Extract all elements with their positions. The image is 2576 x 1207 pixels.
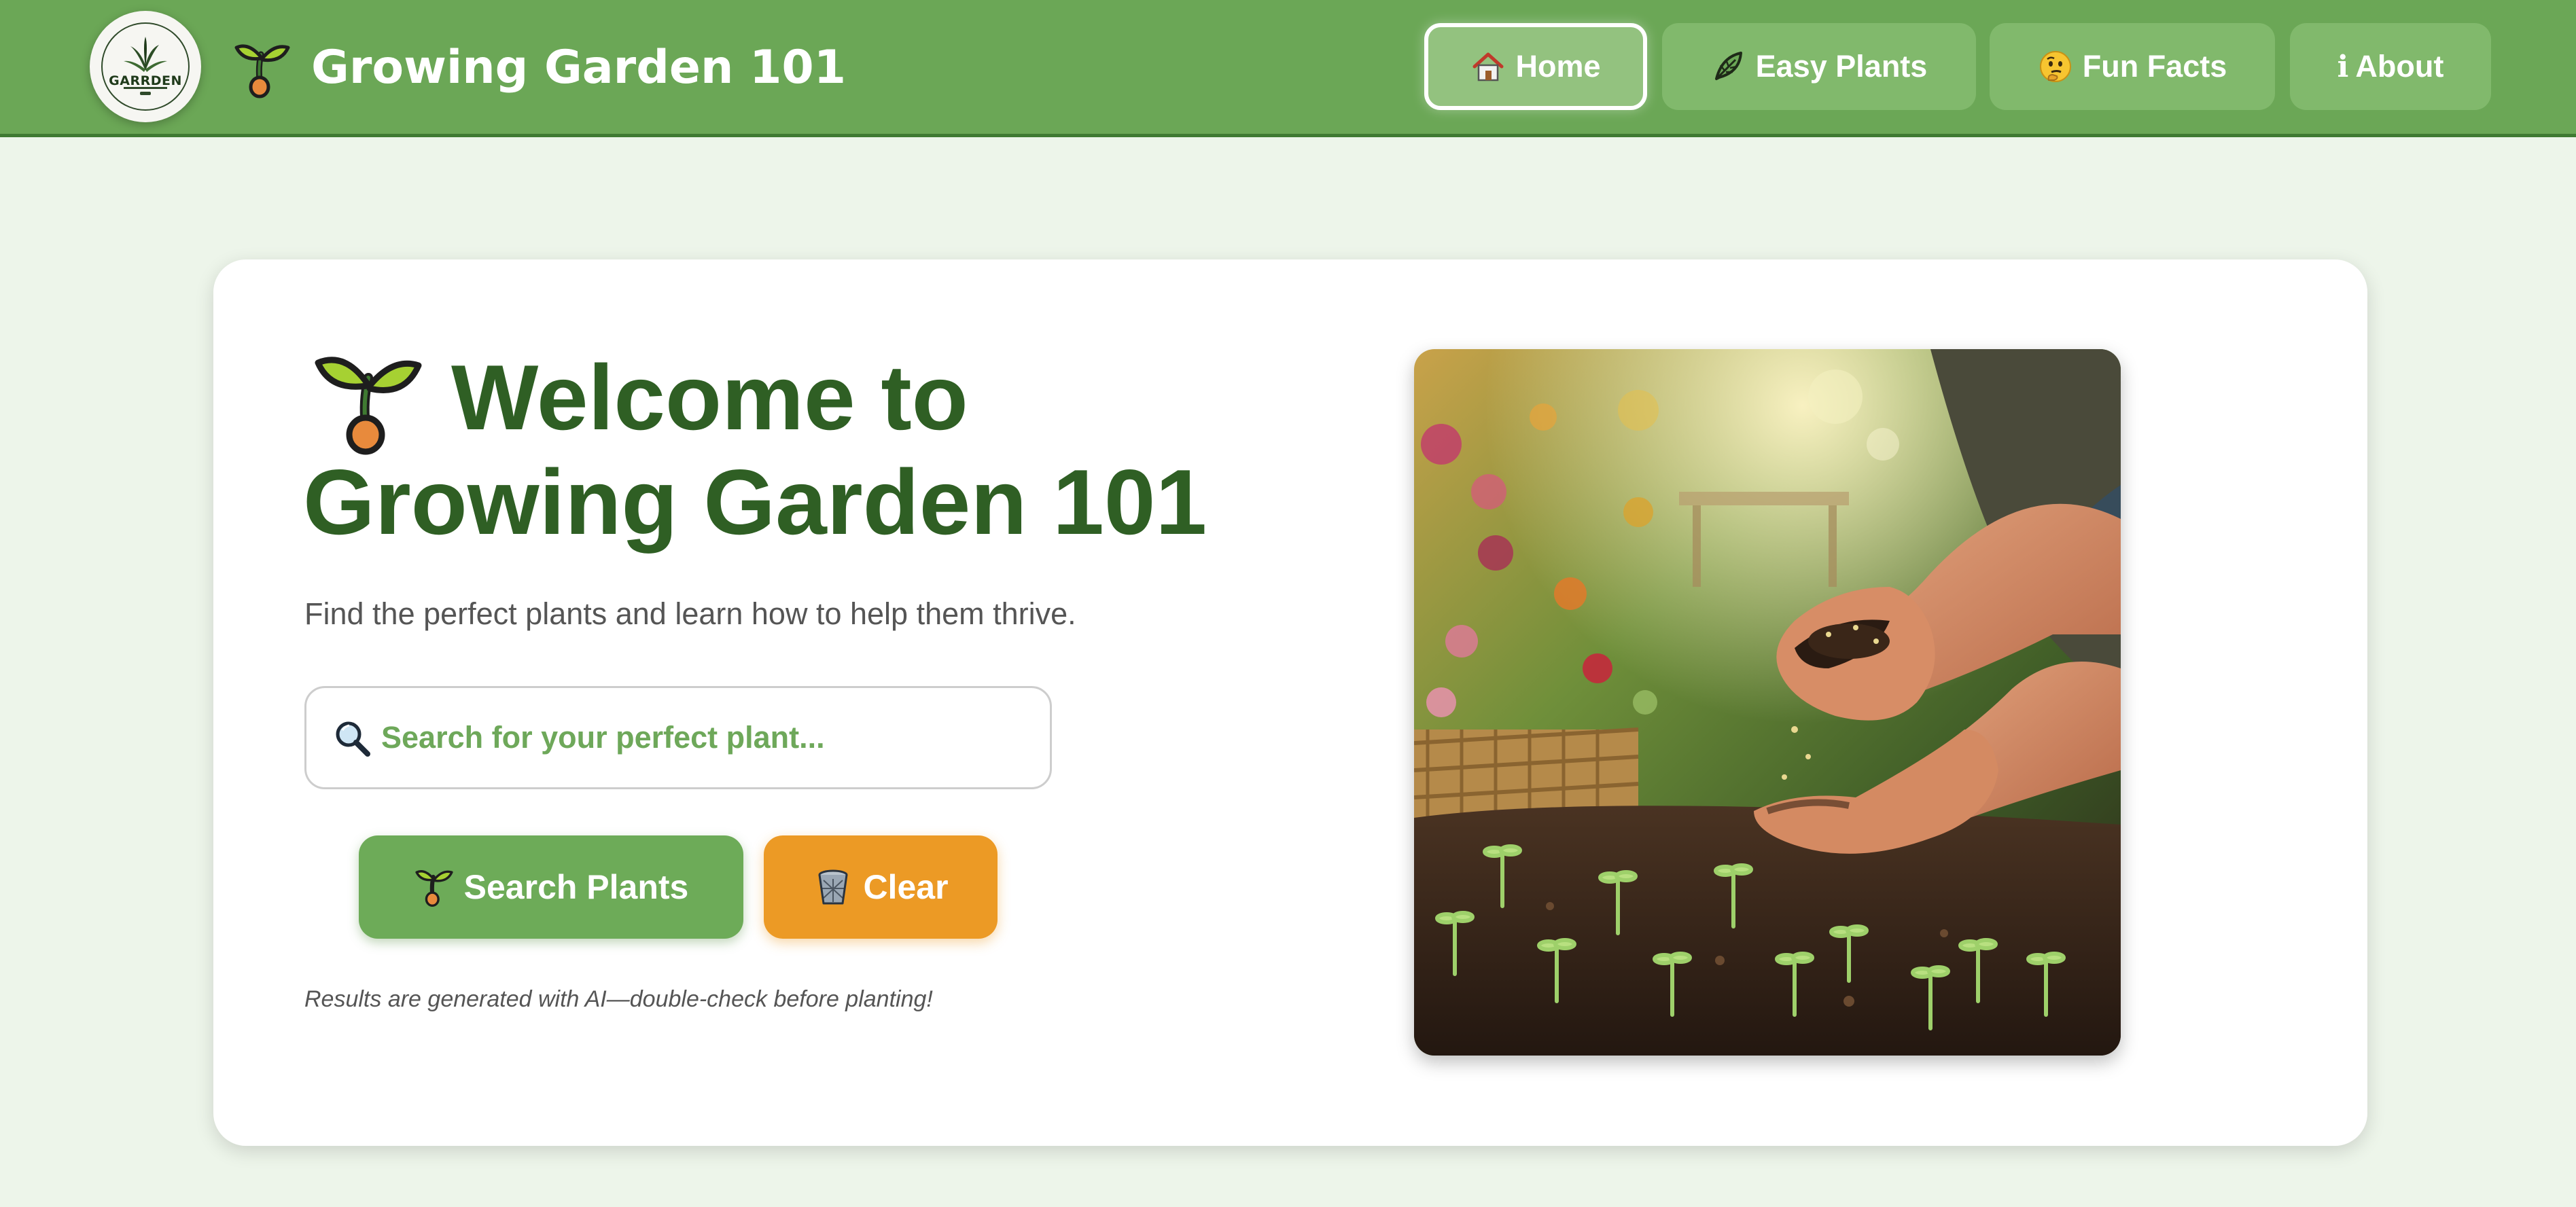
site-title[interactable]: Growing Garden 101 <box>311 35 846 101</box>
clear-button[interactable]: Clear <box>764 835 998 939</box>
wastebasket-icon <box>813 867 853 907</box>
info-icon: i <box>2337 49 2349 84</box>
sprout-icon <box>414 867 455 907</box>
hero-title-line2: Growing Garden 101 <box>303 450 1207 554</box>
top-nav-bar: GARRDEN Growing Garden 101 Home Easy Pla… <box>0 0 2576 137</box>
search-box[interactable] <box>304 686 1052 789</box>
nav-easy-plants-label: Easy Plants <box>1755 49 1928 84</box>
thinking-face-icon <box>2038 49 2073 84</box>
logo-plant-icon <box>101 22 190 111</box>
ai-disclaimer: Results are generated with AI—double-che… <box>304 986 933 1012</box>
clear-label: Clear <box>863 868 949 906</box>
leaf-icon <box>1711 49 1746 84</box>
hero-title: Welcome to Growing Garden 101 <box>303 345 1207 554</box>
search-plants-button[interactable]: Search Plants <box>359 835 743 939</box>
nav-fun-facts-label: Fun Facts <box>2082 49 2227 84</box>
search-input[interactable] <box>381 688 1034 787</box>
nav-home-label: Home <box>1515 49 1601 84</box>
hero-title-line1: Welcome to <box>451 346 968 449</box>
hero-card: Welcome to Growing Garden 101 Find the p… <box>213 259 2367 1146</box>
logo-text: GARRDEN <box>109 73 182 88</box>
hero-subtitle: Find the perfect plants and learn how to… <box>304 596 1076 631</box>
house-icon <box>1470 49 1506 84</box>
search-plants-label: Search Plants <box>463 868 689 906</box>
nav-about-button[interactable]: i About <box>2290 23 2491 110</box>
nav-home-button[interactable]: Home <box>1424 23 1647 110</box>
nav-easy-plants-button[interactable]: Easy Plants <box>1662 23 1976 110</box>
gardener-hands-illustration <box>1414 349 2121 1056</box>
sprout-icon <box>234 44 290 98</box>
nav-about-label: About <box>2355 49 2444 84</box>
magnifier-icon <box>336 721 370 757</box>
nav-fun-facts-button[interactable]: Fun Facts <box>1990 23 2275 110</box>
site-logo[interactable]: GARRDEN <box>90 11 201 122</box>
hero-garden-photo <box>1414 349 2121 1056</box>
